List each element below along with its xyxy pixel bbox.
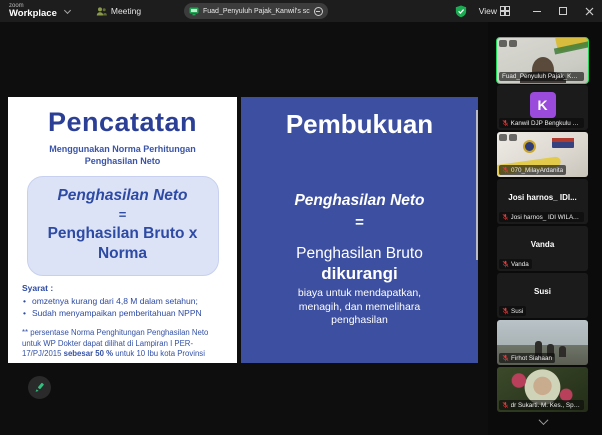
tile-options-icon[interactable]	[509, 134, 517, 141]
syarat-list: omzetnya kurang dari 4,8 M dalam setahun…	[22, 295, 225, 320]
pembukuan-line4: biaya untuk mendapatkan, menagih, dan me…	[280, 287, 440, 328]
pembukuan-line1: Penghasilan Neto	[241, 192, 478, 210]
participant-name: Firhot Siahaan	[511, 355, 552, 362]
view-button[interactable]: View	[479, 6, 510, 16]
name-label: Firhot Siahaan	[499, 353, 555, 363]
muted-mic-icon	[502, 307, 509, 315]
name-label: Fuad_Penyuluh Pajak_Kanwil	[499, 72, 584, 81]
footnote-text-2: untuk 10 Ibu kota Provinsi	[113, 349, 205, 358]
slide-panel-pembukuan: Pembukuan Penghasilan Neto = Penghasilan…	[241, 97, 478, 363]
tile-pin-icon[interactable]	[499, 40, 507, 47]
participant-tile-sukarti[interactable]: dr Sukarti. M. Kes., SpP(...	[497, 367, 588, 412]
avatar: K	[530, 92, 556, 118]
participant-name: Josi harnos_ IDI WILAYA...	[511, 214, 581, 221]
formula-line1: Penghasilan Neto	[34, 187, 212, 205]
meeting-tab-label: Meeting	[111, 6, 141, 16]
participant-tile-kanwil[interactable]: K Kanwil DJP Bengkulu da...	[497, 85, 588, 130]
muted-mic-icon	[502, 401, 509, 409]
app-logo-workplace: Workplace	[9, 9, 57, 19]
restore-icon	[559, 7, 567, 15]
minimize-icon	[533, 11, 541, 12]
view-button-label: View	[479, 6, 497, 16]
minimize-button[interactable]	[524, 0, 550, 22]
syarat-label: Syarat :	[22, 283, 225, 293]
participant-tile-070[interactable]: 070_MilayArdanita	[497, 132, 588, 177]
formula-box: Penghasilan Neto = Penghasilan Bruto x N…	[27, 176, 219, 276]
grid-view-icon	[500, 6, 510, 16]
shared-screen-stage: Pencatatan Menggunakan Norma Perhitungan…	[0, 22, 488, 435]
titlebar: zoom Workplace Meeting Fuad_Penyuluh Paj…	[0, 0, 602, 22]
slide-panel-pencatatan: Pencatatan Menggunakan Norma Perhitungan…	[8, 97, 237, 363]
titlebar-right: View	[455, 0, 602, 22]
participant-name: dr Sukarti. M. Kes., SpP(...	[511, 402, 581, 409]
participant-name: Kanwil DJP Bengkulu da...	[511, 120, 581, 127]
muted-mic-icon	[502, 213, 509, 221]
more-participants-button[interactable]	[532, 414, 554, 428]
chevron-down-icon	[538, 415, 548, 425]
formula-equals: =	[34, 207, 212, 222]
pencil-icon	[34, 382, 45, 393]
pembukuan-title: Pembukuan	[241, 109, 478, 140]
muted-mic-icon	[502, 260, 509, 268]
screenshare-indicator-text: Fuad_Penyuluh Pajak_Kanwil's sc	[203, 8, 310, 15]
participants-rail: Fuad_Penyuluh Pajak_Kanwil K Kanwil DJP …	[488, 22, 602, 435]
meeting-people-icon	[96, 6, 107, 17]
pencatatan-subtitle: Menggunakan Norma Perhitungan Penghasila…	[35, 143, 210, 167]
formula-line2: Penghasilan Bruto x Norma	[38, 224, 208, 263]
participant-tile-josi[interactable]: Josi harnos_ IDI... Josi harnos_ IDI WIL…	[497, 179, 588, 224]
participant-name: Fuad_Penyuluh Pajak_Kanwil	[502, 73, 581, 80]
annotate-button[interactable]	[28, 376, 51, 399]
name-label: dr Sukarti. M. Kes., SpP(...	[499, 400, 584, 410]
security-shield-icon[interactable]	[455, 5, 467, 18]
participant-tile-susi[interactable]: Susi Susi	[497, 273, 588, 318]
muted-mic-icon	[502, 166, 509, 174]
participant-name: 070_MilayArdanita	[511, 167, 563, 174]
participant-tile-fuad[interactable]: Fuad_Penyuluh Pajak_Kanwil	[497, 38, 588, 83]
close-button[interactable]	[576, 0, 602, 22]
screenshare-indicator-pill[interactable]: Fuad_Penyuluh Pajak_Kanwil's sc	[184, 3, 328, 19]
syarat-section: Syarat : omzetnya kurang dari 4,8 M dala…	[8, 276, 237, 320]
name-label: Vanda	[499, 259, 532, 269]
footnote-bold: sebesar 50 %	[64, 349, 113, 358]
footnote: ** persentase Norma Penghitungan Penghas…	[8, 320, 237, 361]
meeting-tab[interactable]: Meeting	[96, 6, 141, 17]
close-icon	[585, 7, 594, 16]
syarat-bullet-2: Sudah menyampaikan pemberitahuan NPPN	[22, 307, 225, 319]
muted-mic-icon	[502, 354, 509, 362]
participant-tile-firhot[interactable]: Firhot Siahaan	[497, 320, 588, 365]
tile-pin-icon[interactable]	[499, 134, 507, 141]
pencatatan-title: Pencatatan	[8, 107, 237, 138]
slide-scrollbar[interactable]	[476, 110, 478, 260]
muted-mic-icon	[502, 119, 509, 127]
participant-name: Susi	[511, 308, 523, 315]
name-label: Josi harnos_ IDI WILAYA...	[499, 212, 584, 222]
participant-tile-vanda[interactable]: Vanda Vanda	[497, 226, 588, 271]
pembukuan-line3: dikurangi	[241, 264, 478, 284]
maximize-button[interactable]	[550, 0, 576, 22]
pembukuan-line2: Penghasilan Bruto	[241, 245, 478, 263]
screenshare-icon	[189, 7, 199, 16]
name-label: Susi	[499, 306, 526, 316]
syarat-bullet-1: omzetnya kurang dari 4,8 M dalam setahun…	[22, 295, 225, 307]
participant-name: Vanda	[511, 261, 529, 268]
share-options-icon[interactable]	[314, 7, 323, 16]
tile-options-icon[interactable]	[509, 40, 517, 47]
name-label: 070_MilayArdanita	[499, 165, 566, 175]
zoom-meeting-window: zoom Workplace Meeting Fuad_Penyuluh Paj…	[0, 0, 602, 435]
app-logo[interactable]: zoom Workplace	[0, 3, 57, 19]
pembukuan-equals: =	[241, 214, 478, 231]
name-label: Kanwil DJP Bengkulu da...	[499, 118, 584, 128]
chevron-down-icon[interactable]	[64, 6, 71, 13]
